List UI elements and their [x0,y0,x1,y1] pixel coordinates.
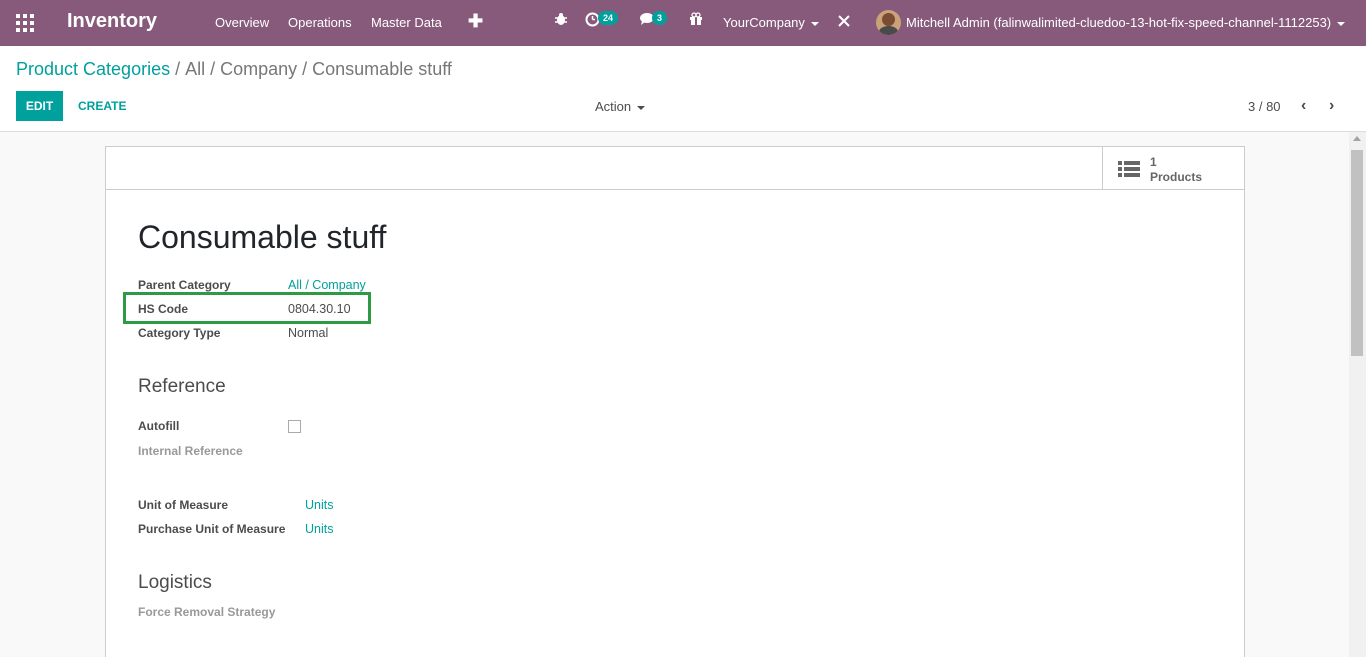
purchase-uom-value[interactable]: Units [305,522,333,536]
products-count: 1 [1150,155,1157,169]
gift-icon[interactable] [689,12,703,30]
hs-code-label: HS Code [138,302,189,316]
app-name[interactable]: Inventory [67,10,157,33]
internal-reference-label: Internal Reference [138,444,243,458]
breadcrumb-current: All / Company / Consumable stuff [185,59,452,79]
parent-category-label: Parent Category [138,278,231,292]
create-button[interactable]: CREATE [78,99,126,113]
edit-button[interactable]: EDIT [16,91,63,121]
user-menu[interactable]: Mitchell Admin (falinwalimited-cluedoo-1… [906,15,1346,30]
products-label: Products [1150,170,1203,184]
uom-value[interactable]: Units [305,498,333,512]
hs-code-value: 0804.30.10 [288,302,351,316]
message-count-badge: 3 [652,11,668,25]
products-stat-button[interactable]: 1 Products [1102,147,1244,190]
menu-operations[interactable]: Operations [288,15,352,30]
user-name: Mitchell Admin (falinwalimited-cluedoo-1… [906,15,1332,30]
reference-heading: Reference [138,376,226,397]
tools-icon[interactable] [837,14,851,32]
activity-count-badge: 24 [598,11,619,25]
apps-menu-icon[interactable] [16,14,34,32]
control-panel: Product Categories / All / Company / Consu… [0,46,1366,132]
user-avatar[interactable] [876,10,901,35]
logistics-heading: Logistics [138,572,212,593]
menu-overview[interactable]: Overview [215,15,269,30]
uom-label: Unit of Measure [138,498,229,512]
parent-category-value[interactable]: All / Company [288,278,366,292]
list-icon [1118,161,1140,178]
menu-master-data[interactable]: Master Data [371,15,442,30]
action-dropdown[interactable]: Action [595,99,646,114]
pager-previous-icon[interactable]: ‹ [1301,97,1306,115]
category-type-label: Category Type [138,326,221,340]
button-box: 1 Products [106,147,1244,190]
form-sheet: 1 Products Consumable stuff Parent Categ… [105,146,1245,657]
record-title: Consumable stuff [138,219,387,255]
chevron-down-icon [637,105,646,110]
removal-strategy-label: Force Removal Strategy [138,605,276,619]
autofill-checkbox[interactable] [288,420,301,433]
pager-value[interactable]: 3 / 80 [1248,99,1281,114]
scroll-up-icon[interactable] [1353,136,1361,141]
autofill-label: Autofill [138,419,180,433]
purchase-uom-label: Purchase Unit of Measure [138,522,286,536]
top-navbar: Inventory Overview Operations Master Dat… [0,0,1366,46]
company-name: YourCompany [723,15,805,30]
breadcrumb: Product Categories / All / Company / Consu… [16,59,452,80]
debug-bug-icon[interactable] [554,12,568,30]
scrollbar[interactable] [1349,132,1366,657]
action-label: Action [595,99,632,114]
company-switcher[interactable]: YourCompany [723,15,819,30]
breadcrumb-separator: / [175,59,181,79]
scrollbar-thumb[interactable] [1351,150,1363,356]
quick-create-icon[interactable]: ✚ [468,11,483,32]
breadcrumb-root[interactable]: Product Categories [16,59,170,79]
pager-next-icon[interactable]: › [1329,97,1334,115]
chevron-down-icon [1337,21,1346,26]
category-type-value: Normal [288,326,329,340]
chevron-down-icon [810,21,819,26]
